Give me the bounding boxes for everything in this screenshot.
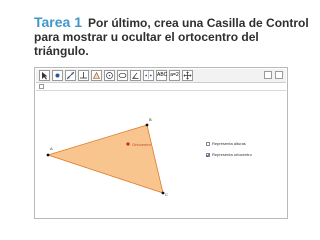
text-tool-icon[interactable]: ABC	[156, 70, 167, 81]
toolbar: ABC a=2	[36, 69, 286, 83]
point-b	[145, 123, 149, 127]
checkbox-alturas-label: Representa alturas	[212, 141, 246, 146]
checkbox-alturas[interactable]: Representa alturas	[206, 141, 246, 147]
point-a	[46, 153, 50, 157]
triangle	[46, 124, 164, 194]
reflect-icon[interactable]	[143, 70, 154, 81]
move-tool-icon[interactable]	[39, 70, 50, 81]
slide-title: Tarea 1 Por último, crea una Casilla de C…	[34, 15, 314, 58]
settings-icon[interactable]	[275, 71, 283, 79]
ellipse-icon[interactable]	[117, 70, 128, 81]
polygon-icon[interactable]	[91, 70, 102, 81]
new-point-icon[interactable]	[52, 70, 63, 81]
move-view-icon[interactable]	[182, 70, 193, 81]
angle-icon[interactable]	[130, 70, 141, 81]
line-through-two-points-icon[interactable]	[65, 70, 76, 81]
undo-icon[interactable]	[264, 71, 272, 79]
slider-icon[interactable]: a=2	[169, 70, 180, 81]
circle-icon[interactable]	[104, 70, 115, 81]
point-a-label: A	[50, 146, 53, 151]
point-b-label: B	[149, 117, 152, 122]
geogebra-window: ABC a=2 A B C Ortocentro Representa altu…	[34, 67, 288, 219]
slide: Tarea 1 Por último, crea una Casilla de C…	[0, 0, 320, 240]
orthocenter-point	[126, 142, 130, 146]
checkbox-ortocentro[interactable]: Representa ortocentro	[206, 152, 252, 158]
checkbox-ortocentro-box[interactable]	[206, 152, 210, 157]
orthocenter-label: Ortocentro	[132, 142, 151, 147]
checkbox-ortocentro-label: Representa ortocentro	[212, 152, 252, 157]
checkbox-alturas-box[interactable]	[206, 141, 210, 146]
task-number: Tarea 1	[34, 14, 82, 30]
perpendicular-line-icon[interactable]	[78, 70, 89, 81]
view-bar	[36, 83, 286, 91]
point-c	[161, 191, 165, 195]
graphics-view[interactable]: A B C Ortocentro Representa alturas Repr…	[36, 92, 286, 217]
point-c-label: C	[165, 192, 168, 197]
view-toggle-icon[interactable]	[39, 84, 44, 89]
